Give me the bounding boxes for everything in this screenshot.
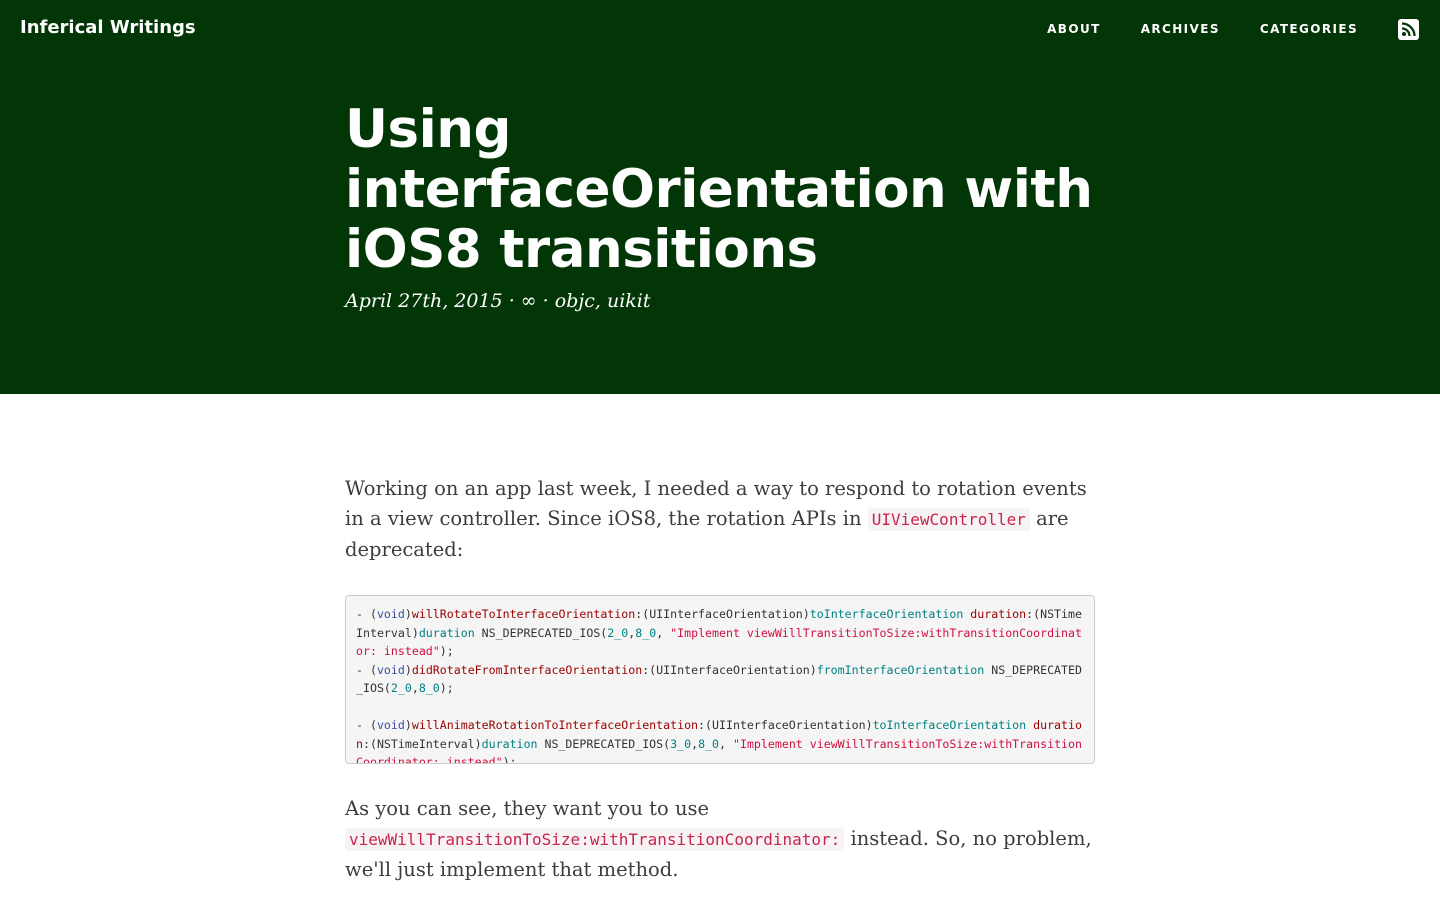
- nav-link-categories[interactable]: CATEGORIES: [1260, 22, 1358, 36]
- post-title: Using interfaceOrientation with iOS8 tra…: [345, 99, 1093, 280]
- code-block-text: - (void)willRotateToInterfaceOrientation…: [356, 607, 1082, 764]
- paragraph-followup: As you can see, they want you to use vie…: [345, 794, 1095, 885]
- nav-link-archives[interactable]: ARCHIVES: [1141, 22, 1220, 36]
- post-content: Working on an app last week, I needed a …: [345, 474, 1095, 885]
- rss-icon-glyph: [1401, 22, 1416, 37]
- site-header: Inferical Writings ABOUT ARCHIVES CATEGO…: [0, 0, 1440, 394]
- code-block: - (void)willRotateToInterfaceOrientation…: [345, 595, 1095, 764]
- post-date: April 27th, 2015: [345, 290, 503, 312]
- inline-code: viewWillTransitionToSize:withTransitionC…: [345, 828, 845, 851]
- site-brand-link[interactable]: Inferical Writings: [20, 17, 196, 38]
- inline-code: UIViewController: [867, 508, 1030, 531]
- main-nav: ABOUT ARCHIVES CATEGORIES: [1047, 22, 1358, 36]
- permalink-link[interactable]: ∞: [521, 290, 537, 312]
- post-meta: April 27th, 2015 · ∞ · objc, uikit: [345, 290, 651, 312]
- paragraph-text: As you can see, they want you to use: [345, 797, 710, 820]
- nav-link-about[interactable]: ABOUT: [1047, 22, 1101, 36]
- paragraph-intro: Working on an app last week, I needed a …: [345, 474, 1095, 565]
- post-categories-link[interactable]: objc, uikit: [555, 290, 651, 312]
- rss-icon[interactable]: [1398, 19, 1419, 40]
- meta-separator: ·: [542, 290, 549, 312]
- meta-separator: ·: [508, 290, 515, 312]
